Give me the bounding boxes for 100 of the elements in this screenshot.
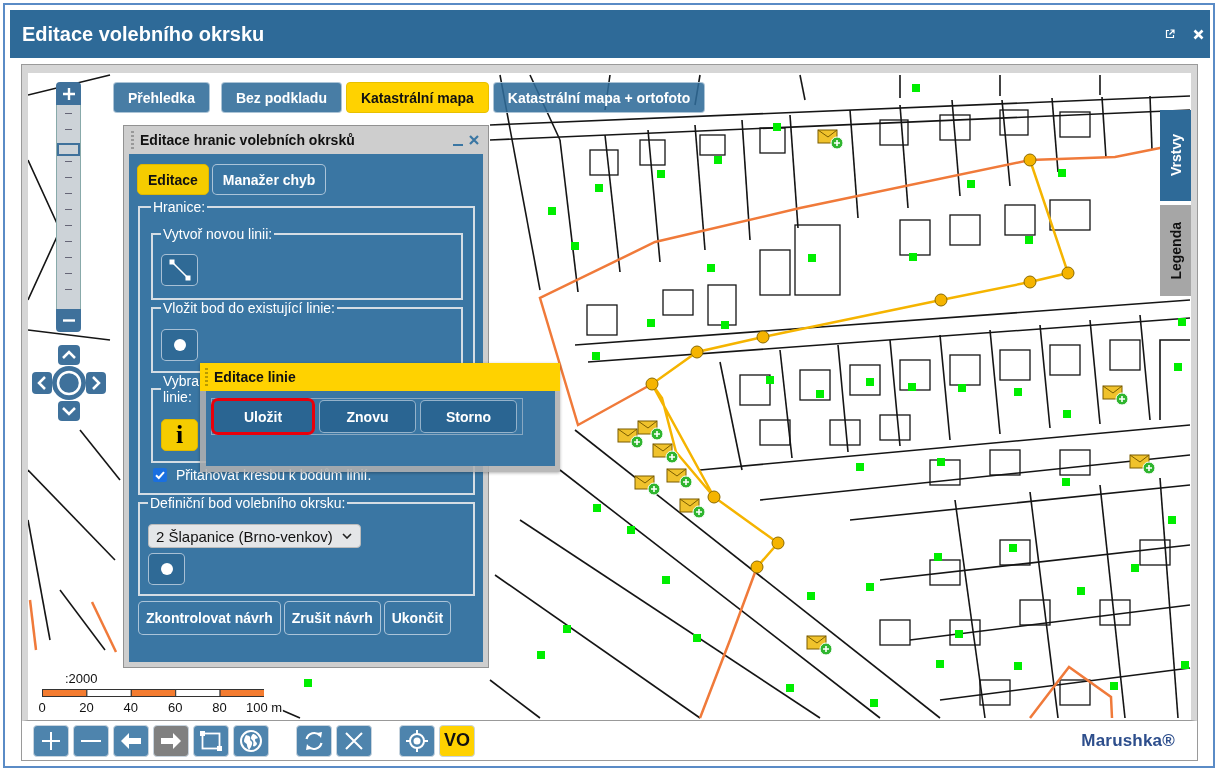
map-point-icon (766, 376, 774, 384)
map-point-icon (593, 504, 601, 512)
vertex-handle[interactable] (645, 377, 659, 391)
clear-button[interactable] (336, 724, 372, 757)
zoom-in-button[interactable] (56, 82, 81, 105)
map-point-icon (1058, 169, 1066, 177)
snap-checkbox[interactable] (153, 468, 167, 482)
map-point-icon (1014, 388, 1022, 396)
vertex-handle[interactable] (1023, 275, 1037, 289)
scale-label: 0 (37, 700, 47, 715)
fieldset-legend: Vložit bod do existující linie: (161, 300, 337, 316)
insert-point-button[interactable] (161, 329, 198, 361)
map-point-icon (1178, 318, 1186, 326)
back-button[interactable] (113, 724, 149, 757)
map-point-icon (1110, 682, 1118, 690)
full-extent-button[interactable] (233, 724, 269, 757)
minus-icon (81, 739, 101, 742)
vo-button[interactable]: VO (439, 724, 475, 757)
map-point-icon (807, 592, 815, 600)
popup-action-button[interactable]: Znovu (319, 400, 416, 433)
zoom-in-button[interactable] (33, 724, 69, 757)
drag-handle-icon[interactable] (205, 368, 208, 386)
arrow-left-icon (121, 732, 141, 749)
vertex-handle[interactable] (934, 293, 948, 307)
zoom-out-button[interactable] (56, 309, 81, 332)
panel-action-button[interactable]: Zrušit návrh (283, 601, 381, 635)
zoom-to-area-button[interactable] (193, 724, 229, 757)
chevron-down-icon (342, 533, 352, 539)
map-point-icon (563, 625, 571, 633)
base-map-tab[interactable]: Bez podkladu (220, 82, 342, 113)
brand-name: Marushka® (1081, 730, 1175, 751)
map-point-icon (1131, 564, 1139, 572)
definition-point-button[interactable] (148, 553, 185, 585)
popup-title: Editace linie (214, 369, 296, 385)
close-icon (345, 731, 363, 750)
map-point-icon (714, 156, 722, 164)
panel-action-button[interactable]: Zkontrolovat návrh (138, 601, 281, 635)
vertex-handle[interactable] (771, 536, 785, 550)
map-point-icon (816, 390, 824, 398)
envelope-plus-icon (817, 129, 844, 150)
map-point-icon (1174, 363, 1182, 371)
map-point-icon (548, 207, 556, 215)
map-point-icon (786, 684, 794, 692)
fieldset-legend: linie: (163, 389, 200, 405)
map-point-icon (1014, 662, 1022, 670)
panel-action-button[interactable]: Ukončit (383, 601, 452, 635)
map-point-icon (958, 384, 966, 392)
map-point-icon (627, 526, 635, 534)
legend-tab[interactable]: Legenda (1160, 205, 1191, 296)
map-point-icon (934, 553, 942, 561)
refresh-icon (303, 729, 325, 752)
map-point-icon (571, 242, 579, 250)
map-point-icon (866, 583, 874, 591)
map-point-icon (662, 576, 670, 584)
crosshair-icon (406, 729, 428, 752)
vertex-handle[interactable] (750, 560, 764, 574)
map-point-icon (866, 378, 874, 386)
popup-action-button[interactable]: Uložit (211, 398, 315, 435)
envelope-plus-icon (666, 468, 693, 489)
base-map-tab[interactable]: Katastrální mapa + ortofoto (492, 82, 706, 113)
vertex-handle[interactable] (707, 490, 721, 504)
locate-button[interactable] (399, 724, 435, 757)
pan-arrows-icon[interactable] (32, 345, 106, 421)
map-point-icon (595, 184, 603, 192)
refresh-button[interactable] (296, 724, 332, 757)
zoom-out-button[interactable] (73, 724, 109, 757)
scale-label: 80 (211, 700, 228, 715)
map-point-icon (967, 180, 975, 188)
map-point-icon (936, 660, 944, 668)
fieldset-legend: Vytvoř novou linii: (161, 226, 275, 242)
vertex-handle[interactable] (690, 345, 704, 359)
vertex-handle[interactable] (756, 330, 770, 344)
external-link-icon[interactable] (1165, 29, 1175, 39)
scale-label: 40 (122, 700, 140, 715)
panel-tab[interactable]: Manažer chyb (211, 164, 327, 195)
map-point-icon (693, 634, 701, 642)
scale-label: 100 m (244, 700, 284, 715)
scale-label: 60 (166, 700, 184, 715)
envelope-plus-icon (1102, 385, 1129, 406)
draw-line-button[interactable] (161, 254, 198, 286)
map-point-icon (1062, 478, 1070, 486)
panel-tab[interactable]: Editace (137, 164, 209, 195)
map-point-icon (955, 630, 963, 638)
info-button[interactable]: i (161, 419, 198, 451)
close-icon[interactable] (469, 135, 479, 145)
drag-handle-icon[interactable] (131, 131, 134, 149)
base-map-tab[interactable]: Přehledka (113, 82, 210, 113)
map-point-icon (908, 383, 916, 391)
popup-action-button[interactable]: Storno (420, 400, 517, 433)
map-point-icon (773, 123, 781, 131)
vertex-handle[interactable] (1023, 153, 1037, 167)
district-select[interactable]: 2 Šlapanice (Brno-venkov) (148, 524, 361, 548)
base-map-tab[interactable]: Katastrální mapa (345, 82, 489, 113)
vertex-handle[interactable] (1061, 266, 1075, 280)
layers-tab[interactable]: Vrstvy (1160, 110, 1191, 201)
zoom-slider-thumb[interactable] (57, 143, 80, 157)
envelope-plus-icon (1129, 454, 1156, 475)
map-point-icon (1181, 661, 1189, 669)
map-point-icon (937, 458, 945, 466)
map-point-icon (1077, 587, 1085, 595)
